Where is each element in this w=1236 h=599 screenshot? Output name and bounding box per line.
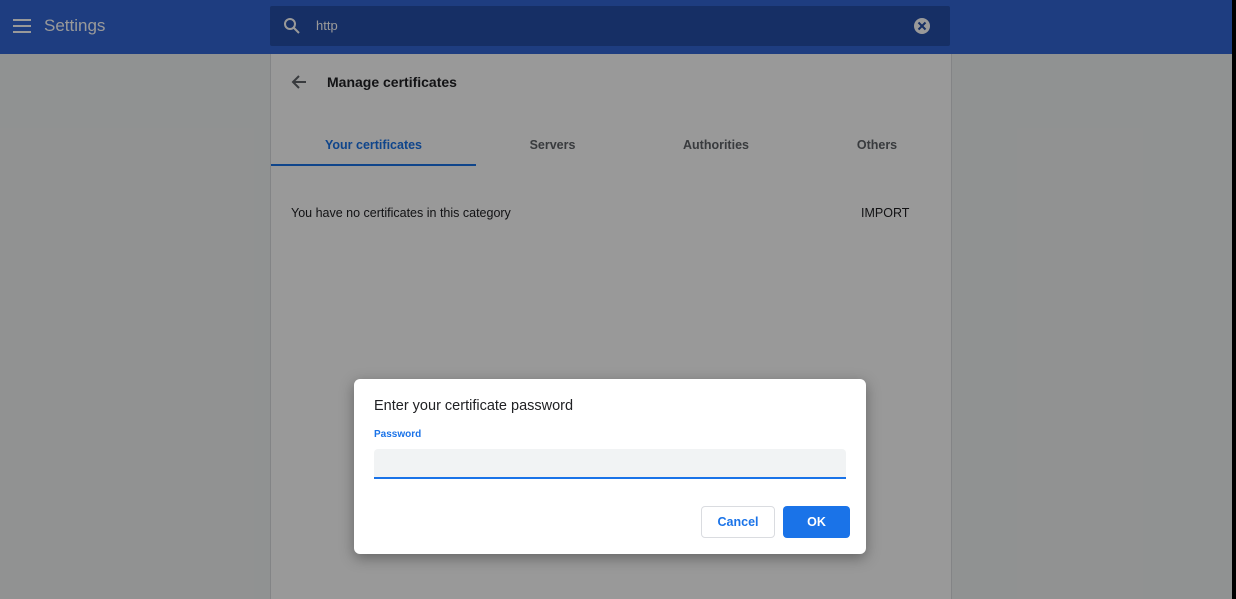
certificate-password-dialog: Enter your certificate password Password… — [354, 379, 866, 554]
cancel-button[interactable]: Cancel — [701, 506, 775, 538]
password-field[interactable] — [374, 449, 846, 479]
ok-button[interactable]: OK — [783, 506, 850, 538]
password-label: Password — [374, 429, 422, 440]
dialog-title: Enter your certificate password — [374, 398, 574, 414]
